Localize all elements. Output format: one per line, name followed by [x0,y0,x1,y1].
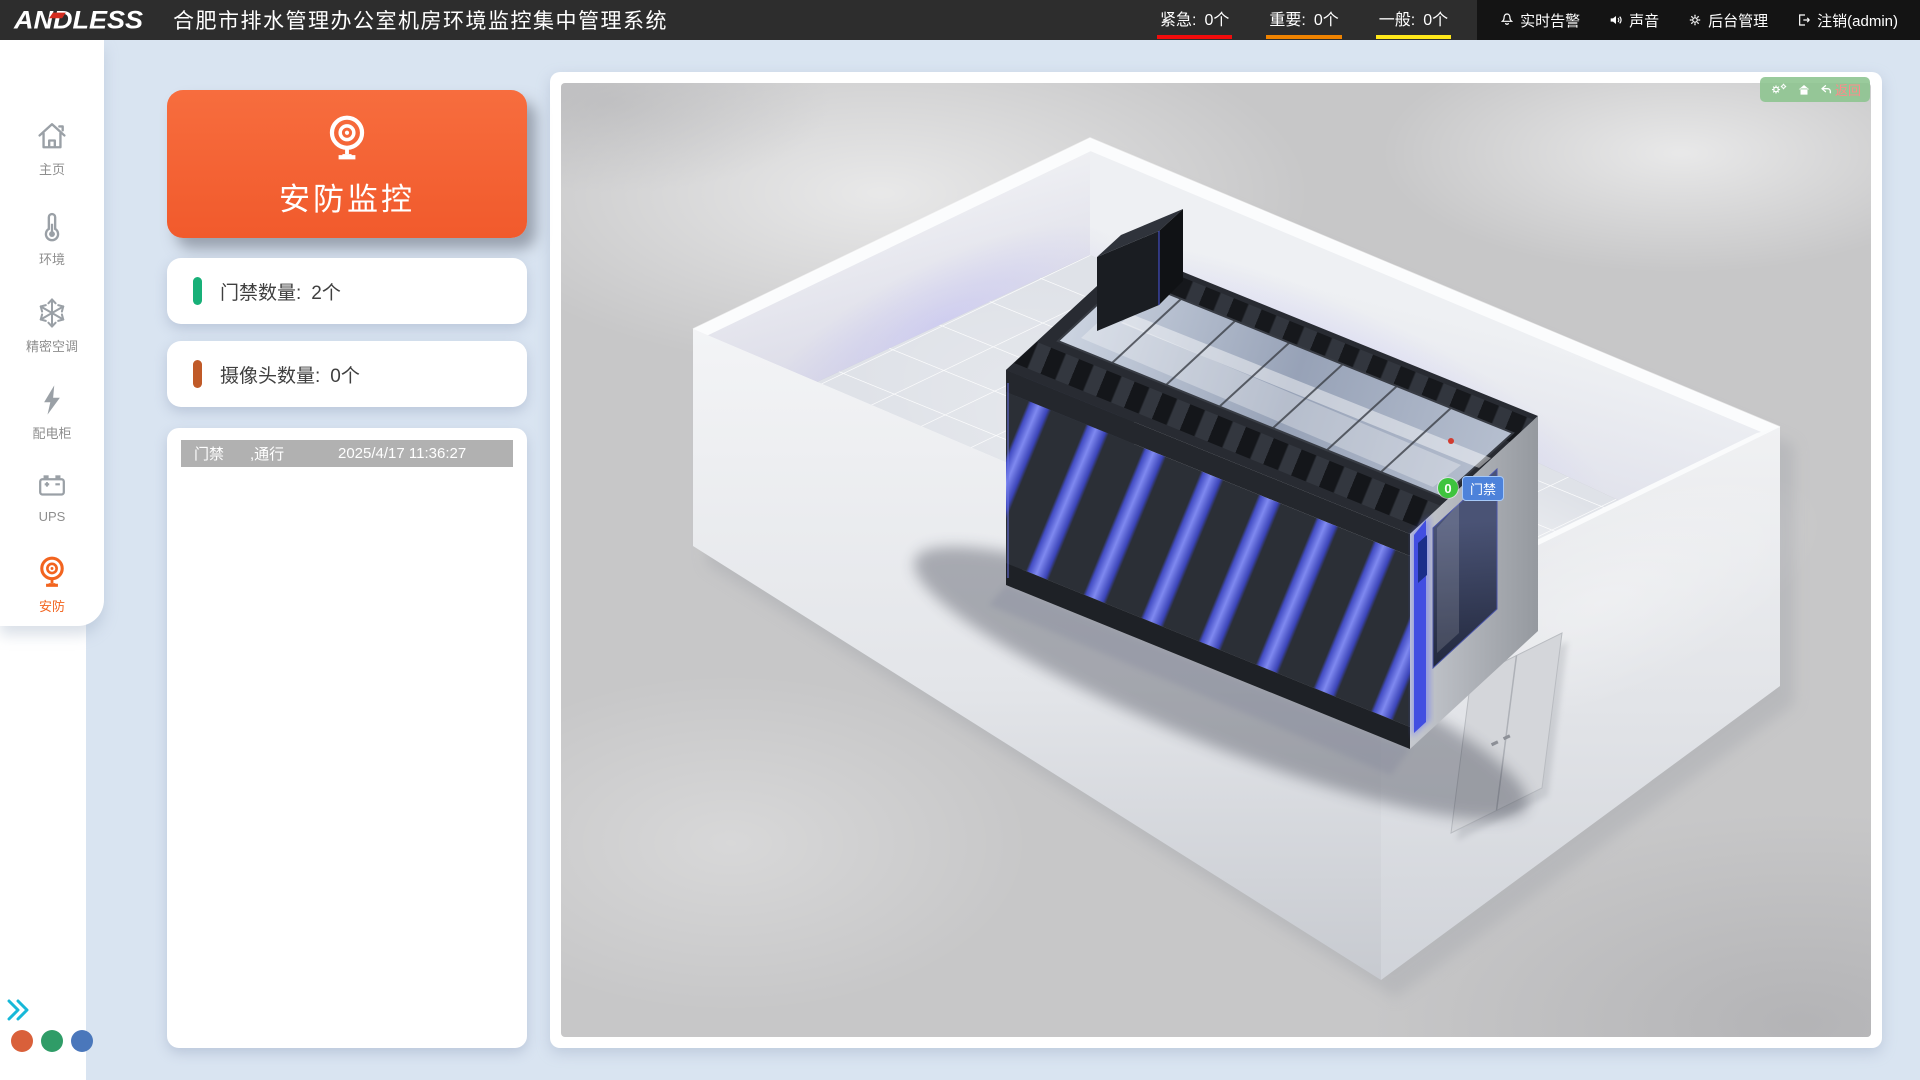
machine-room-scene [561,83,1871,1037]
scene-toolbar: 返回 [1760,77,1870,102]
menu-item-label: 实时告警 [1520,10,1580,31]
alarm-count: 0个 [1423,6,1448,30]
alarm-label: 一般: [1379,6,1415,30]
sidebar-item-label: UPS [39,509,66,524]
home-icon[interactable] [1797,83,1811,97]
sidebar-item-label: 配电柜 [32,423,71,442]
machine-room-panel: 返回 [550,72,1882,1048]
stat-value: 0个 [330,361,360,388]
sidebar-item-ups[interactable]: UPS [0,468,104,524]
system-title: 合肥市排水管理办公室机房环境监控集中管理系统 [173,5,668,35]
sidebar-item-label: 主页 [39,159,65,178]
menu-item-label: 声音 [1629,10,1659,31]
door-access-marker-badge[interactable]: 0 [1438,478,1458,498]
alarm-count: 0个 [1314,6,1339,30]
sidebar-expand-button[interactable] [4,996,34,1029]
security-camera-icon [33,553,71,591]
sidebar-item-power-cabinet[interactable]: 配电柜 [0,382,104,442]
sidebar-item-precision-ac[interactable]: 精密空调 [0,295,104,355]
menu-item-logout[interactable]: 注销(admin) [1796,10,1898,31]
status-dots [11,1030,93,1052]
gear-icon [1687,12,1703,28]
menu-item-label: 注销(admin) [1817,10,1898,31]
home-icon [34,118,70,154]
app-root: ANDLESS 合肥市排水管理办公室机房环境监控集中管理系统 紧急: 0个 重要… [0,0,1920,1080]
event-device: 门禁 [194,443,250,464]
battery-icon [34,468,70,504]
stat-bar-green [193,277,202,305]
stat-label: 门禁数量: [220,278,301,305]
alarm-label: 重要: [1269,6,1305,30]
bell-icon [1499,12,1515,28]
top-menu: 实时告警 声音 后台管理 注销(admin) [1477,0,1920,40]
event-time: 2025/4/17 11:36:27 [338,445,466,462]
event-log-row[interactable]: 门禁 ,通行 2025/4/17 11:36:27 [181,440,513,467]
lightning-icon [34,382,70,418]
door-access-marker-label[interactable]: 门禁 [1462,476,1504,501]
sidebar-item-label: 精密空调 [26,336,78,355]
menu-item-admin[interactable]: 后台管理 [1687,10,1768,31]
snowflake-icon [34,295,70,331]
sidebar-item-security[interactable]: 安防 [0,553,104,615]
security-monitor-button[interactable]: 安防监控 [167,90,527,238]
stat-card-door-access: 门禁数量: 2个 [167,258,527,324]
status-dot-green[interactable] [41,1030,63,1052]
stat-label: 摄像头数量: [220,361,320,388]
sidebar-item-home[interactable]: 主页 [0,118,104,178]
alarm-counter-general[interactable]: 一般: 0个 [1376,2,1451,39]
alarm-label: 紧急: [1160,6,1196,30]
security-monitor-label: 安防监控 [279,174,415,219]
sidebar-item-environment[interactable]: 环境 [0,208,104,268]
stat-card-cameras: 摄像头数量: 0个 [167,341,527,407]
thermometer-icon [34,208,70,244]
webcam-icon [318,110,376,166]
sidebar-item-label: 环境 [39,249,65,268]
back-button-label: 返回 [1835,80,1861,99]
logout-icon [1796,12,1812,28]
status-dot-blue[interactable] [71,1030,93,1052]
alarm-counters: 紧急: 0个 重要: 0个 一般: 0个 [1157,2,1451,39]
brand-logo: ANDLESS [14,6,143,35]
undo-icon [1819,83,1833,96]
top-bar: ANDLESS 合肥市排水管理办公室机房环境监控集中管理系统 紧急: 0个 重要… [0,0,1920,40]
double-chevron-right-icon [4,996,34,1024]
machine-room-3d-view[interactable]: 0 门禁 [561,83,1871,1037]
sidebar: 主页 环境 精密空调 配电柜 UPS [0,40,86,1080]
stat-value: 2个 [311,278,341,305]
alarm-counter-important[interactable]: 重要: 0个 [1266,2,1341,39]
gears-icon[interactable] [1769,82,1789,97]
menu-item-label: 后台管理 [1708,10,1768,31]
brand-logo-text: ANDLESS [14,6,143,34]
menu-item-sound[interactable]: 声音 [1608,10,1659,31]
event-log-panel: 门禁 ,通行 2025/4/17 11:36:27 [167,428,527,1048]
alarm-count: 0个 [1204,6,1229,30]
status-dot-orange[interactable] [11,1030,33,1052]
alarm-counter-critical[interactable]: 紧急: 0个 [1157,2,1232,39]
event-status: ,通行 [250,443,338,464]
menu-item-realtime-alarms[interactable]: 实时告警 [1499,10,1580,31]
stat-bar-orange [193,360,202,388]
sidebar-item-label: 安防 [39,596,65,615]
back-button[interactable]: 返回 [1819,80,1861,99]
speaker-icon [1608,12,1624,28]
